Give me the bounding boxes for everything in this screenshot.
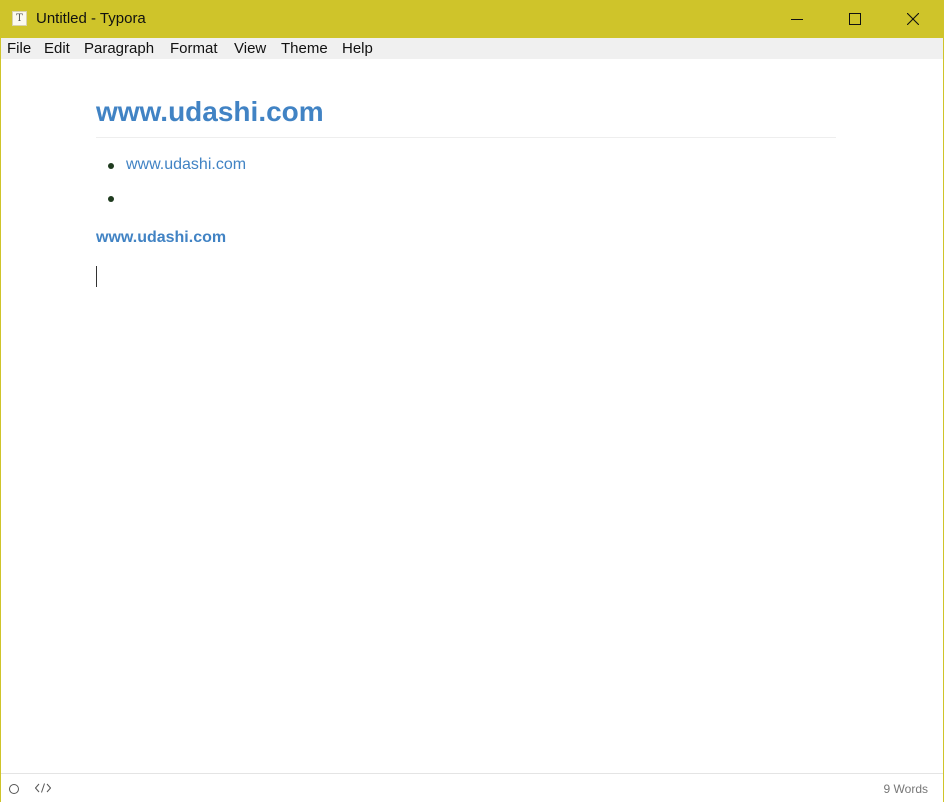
title-bar[interactable]: T Untitled - Typora [1,1,943,38]
source-code-icon[interactable] [35,783,51,793]
heading-link[interactable]: www.udashi.com [96,96,324,128]
list-item-link[interactable]: www.udashi.com [126,156,246,174]
maximize-button[interactable] [826,1,884,38]
list-bullet-empty [108,196,114,202]
editor-area[interactable]: www.udashi.com www.udashi.com www.udashi… [1,59,943,773]
menu-format[interactable]: Format [170,40,218,57]
close-icon [907,13,919,25]
menu-help[interactable]: Help [342,40,373,57]
outline-toggle-icon[interactable] [9,784,19,794]
word-count[interactable]: 9 Words [884,782,928,796]
menu-edit[interactable]: Edit [44,40,70,57]
close-button[interactable] [884,1,942,38]
typora-window: T Untitled - Typora File Edit Paragraph … [0,0,944,802]
list-bullet [108,163,114,169]
menu-bar: File Edit Paragraph Format View Theme He… [1,38,943,59]
status-bar: 9 Words [1,773,943,802]
menu-view[interactable]: View [234,40,266,57]
bold-link[interactable]: www.udashi.com [96,229,226,247]
text-cursor [96,266,97,287]
minimize-icon [791,19,803,20]
window-title: Untitled - Typora [36,10,146,27]
menu-theme[interactable]: Theme [281,40,328,57]
typora-app-icon: T [12,11,27,26]
menu-file[interactable]: File [7,40,31,57]
maximize-icon [849,13,861,25]
menu-paragraph[interactable]: Paragraph [84,40,154,57]
minimize-button[interactable] [768,1,826,38]
heading-divider [96,137,836,138]
